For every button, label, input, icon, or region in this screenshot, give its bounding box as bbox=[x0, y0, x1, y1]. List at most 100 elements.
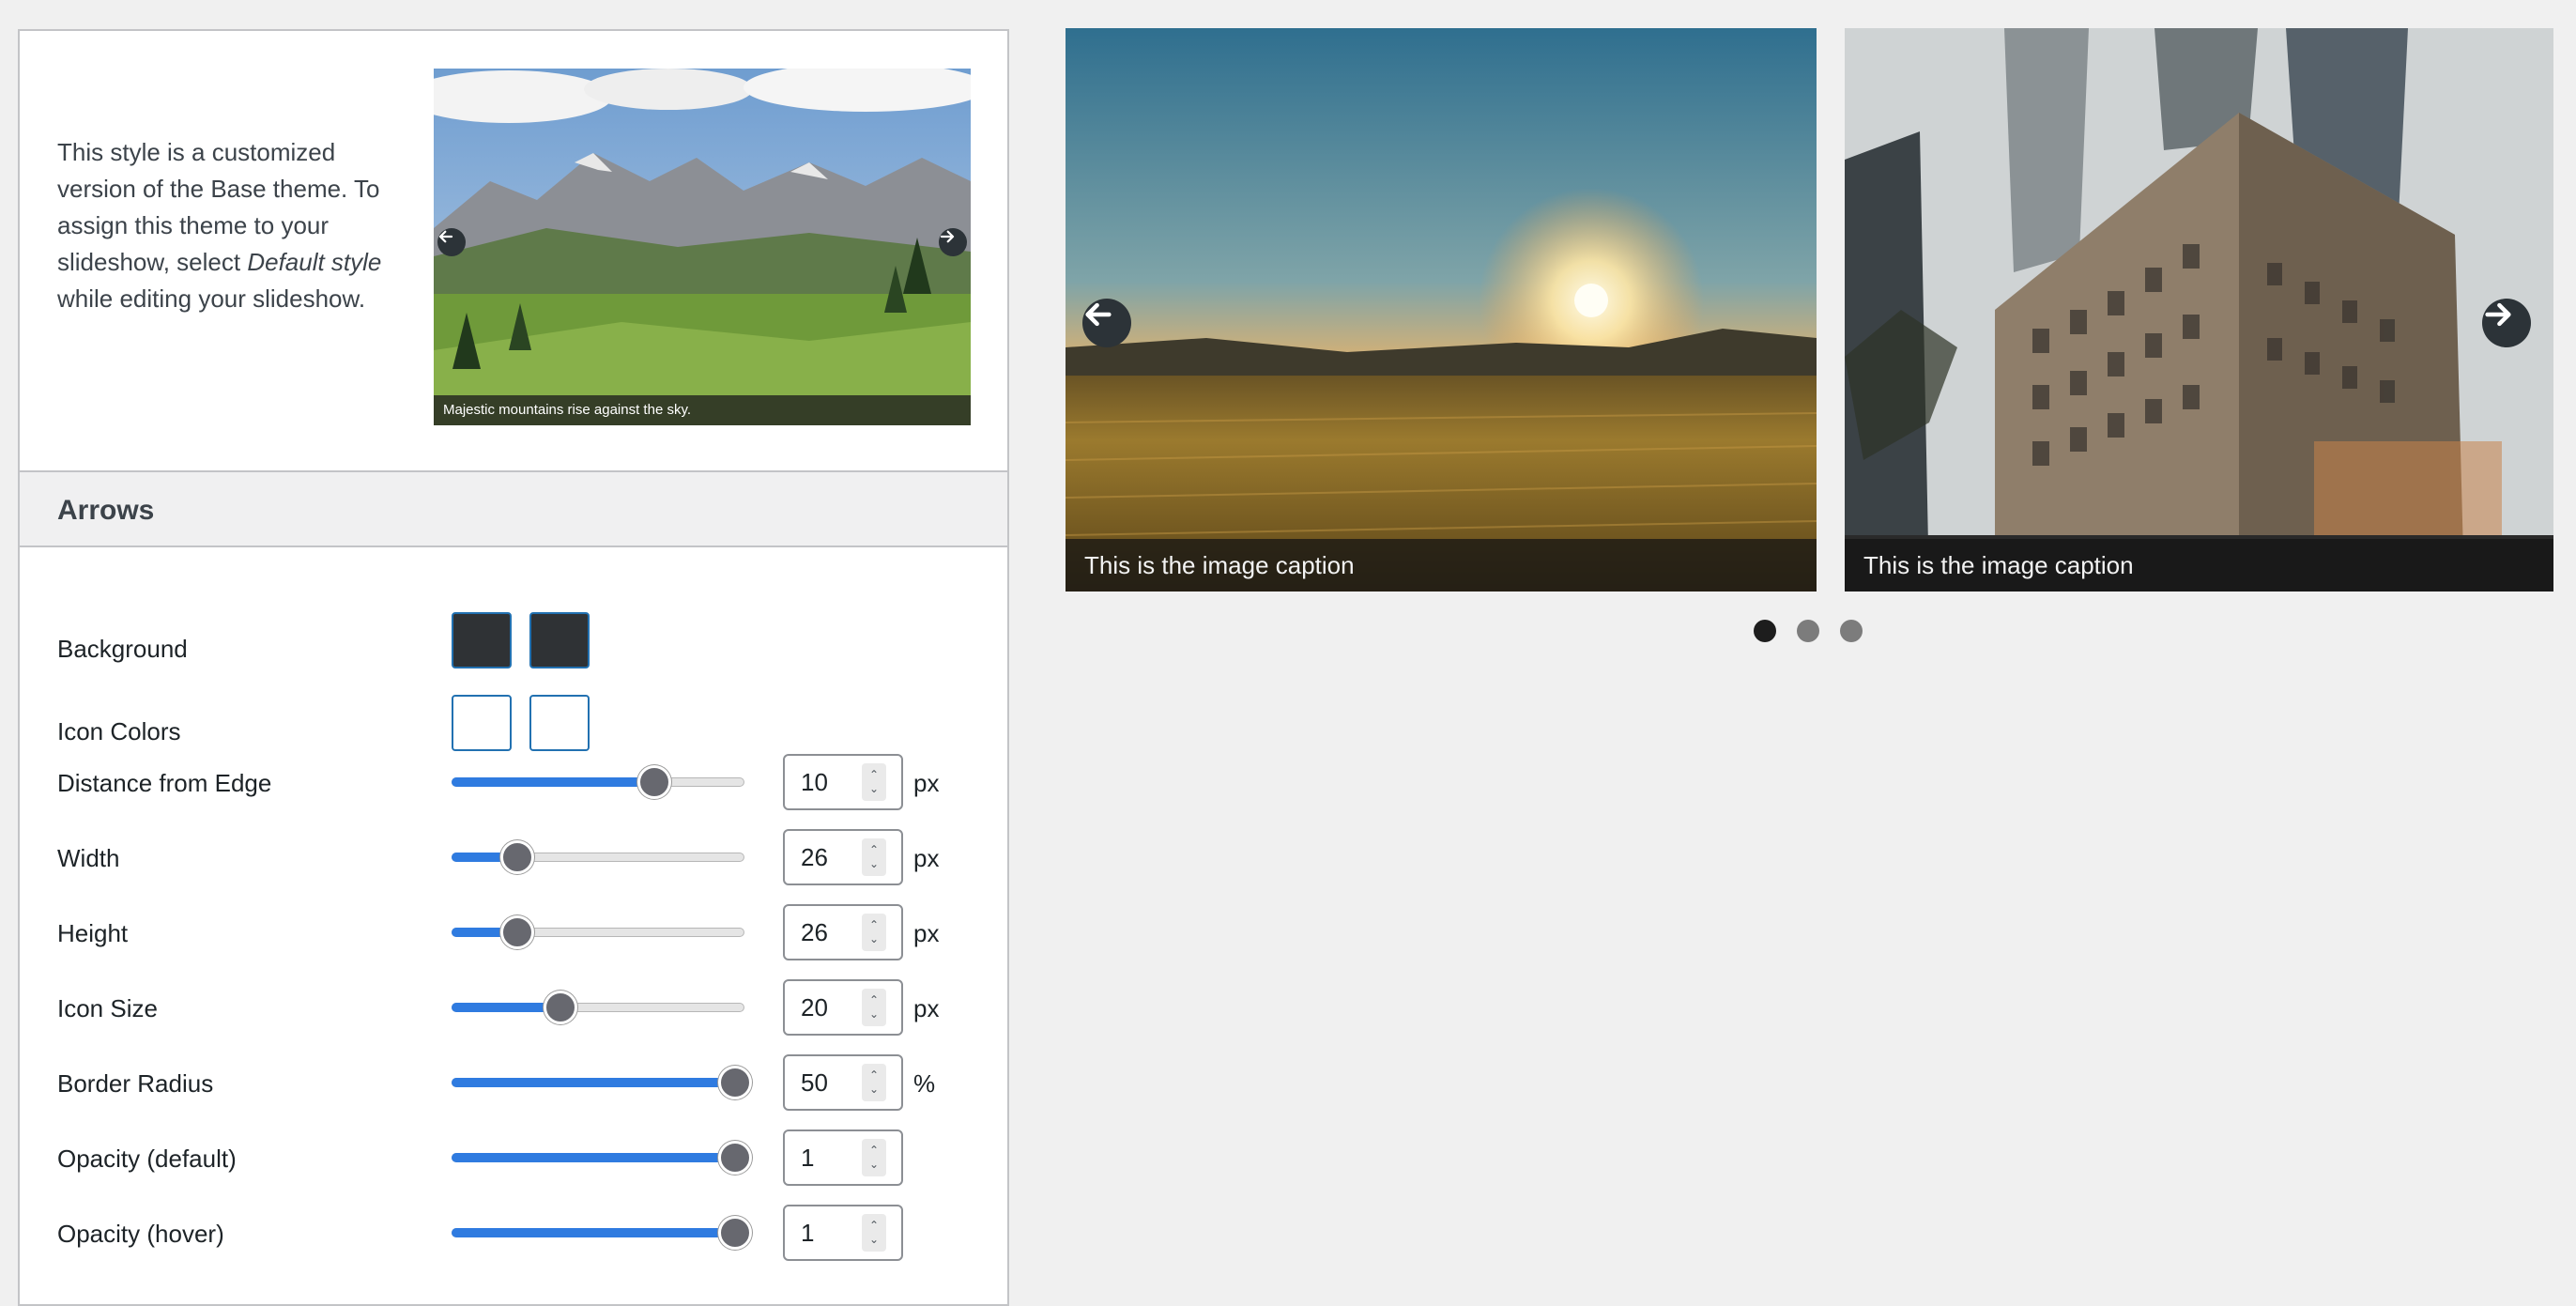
number-input[interactable]: 10 ⌃ ⌄ bbox=[783, 754, 903, 810]
number-input-value: 10 bbox=[801, 768, 828, 796]
slideshow-prev-arrow[interactable] bbox=[1082, 299, 1131, 347]
arrow-left-icon bbox=[438, 230, 453, 243]
slide-caption: This is the image caption bbox=[1066, 539, 1817, 592]
number-spinner[interactable]: ⌃ ⌄ bbox=[862, 1214, 886, 1252]
range-slider[interactable] bbox=[452, 1139, 763, 1176]
number-input[interactable]: 26 ⌃ ⌄ bbox=[783, 829, 903, 885]
slider-thumb[interactable] bbox=[718, 1141, 752, 1175]
slideshow-next-arrow[interactable] bbox=[2482, 299, 2531, 347]
chevron-down-icon[interactable]: ⌄ bbox=[869, 1233, 879, 1247]
slider-thumb[interactable] bbox=[500, 915, 534, 949]
preview-caption: Majestic mountains rise against the sky. bbox=[434, 395, 971, 425]
arrows-section-header: Arrows bbox=[20, 470, 1007, 547]
number-input[interactable]: 50 ⌃ ⌄ bbox=[783, 1054, 903, 1111]
chevron-down-icon[interactable]: ⌄ bbox=[869, 932, 879, 946]
mountain-landscape-image bbox=[434, 69, 971, 425]
section-title: Arrows bbox=[57, 495, 155, 526]
slider-thumb[interactable] bbox=[500, 840, 534, 874]
range-slider[interactable] bbox=[452, 989, 763, 1026]
setting-row: Border Radius 50 ⌃ ⌄% bbox=[20, 1051, 1007, 1116]
row-label: Icon Size bbox=[57, 994, 158, 1022]
chevron-down-icon[interactable]: ⌄ bbox=[869, 1007, 879, 1022]
number-spinner[interactable]: ⌃ ⌄ bbox=[862, 1139, 886, 1176]
number-input-value: 1 bbox=[801, 1219, 815, 1247]
slide-caption: This is the image caption bbox=[1845, 539, 2553, 592]
intro-text-emphasis: Default style bbox=[247, 248, 382, 276]
chevron-up-icon[interactable]: ⌃ bbox=[869, 1219, 879, 1233]
range-slider[interactable] bbox=[452, 914, 763, 951]
setting-row: Icon Size 20 ⌃ ⌄ px bbox=[20, 976, 1007, 1041]
range-slider[interactable] bbox=[452, 763, 763, 801]
chevron-down-icon[interactable]: ⌄ bbox=[869, 857, 879, 871]
slider-fill bbox=[452, 777, 654, 787]
row-label: Background bbox=[57, 635, 188, 663]
slider-thumb[interactable] bbox=[718, 1216, 752, 1250]
sunset-field-image bbox=[1066, 28, 1817, 592]
number-input-value: 50 bbox=[801, 1068, 828, 1097]
slide-sunset: This is the image caption bbox=[1066, 28, 1817, 592]
icon-hover-color-swatch[interactable] bbox=[529, 695, 590, 751]
number-spinner[interactable]: ⌃ ⌄ bbox=[862, 914, 886, 951]
range-slider[interactable] bbox=[452, 1214, 763, 1252]
unit-label: px bbox=[913, 769, 940, 797]
unit-label: px bbox=[913, 919, 940, 947]
number-spinner[interactable]: ⌃ ⌄ bbox=[862, 838, 886, 876]
number-input[interactable]: 20 ⌃ ⌄ bbox=[783, 979, 903, 1036]
unit-label: px bbox=[913, 844, 940, 872]
arrow-right-icon bbox=[940, 230, 955, 243]
pagination-dot[interactable] bbox=[1840, 620, 1863, 642]
background-color-row: Background bbox=[20, 580, 1007, 668]
number-input-value: 20 bbox=[801, 993, 828, 1022]
pagination-dot[interactable] bbox=[1797, 620, 1819, 642]
pagination-dot[interactable] bbox=[1754, 620, 1776, 642]
row-label: Height bbox=[57, 919, 129, 947]
chevron-up-icon[interactable]: ⌃ bbox=[869, 843, 879, 857]
intro-text-part: while editing your slideshow. bbox=[57, 284, 366, 313]
chevron-up-icon[interactable]: ⌃ bbox=[869, 993, 879, 1007]
chevron-down-icon[interactable]: ⌄ bbox=[869, 1158, 879, 1172]
setting-row: Distance from Edge 10 ⌃ ⌄ px bbox=[20, 750, 1007, 816]
setting-row: Width 26 ⌃ ⌄ px bbox=[20, 825, 1007, 891]
arrow-left-icon bbox=[1085, 302, 1112, 327]
setting-row: Opacity (default) 1 ⌃ ⌄ bbox=[20, 1126, 1007, 1191]
slider-thumb[interactable] bbox=[637, 765, 671, 799]
row-label: Opacity (hover) bbox=[57, 1220, 224, 1248]
range-slider[interactable] bbox=[452, 1064, 763, 1101]
chevron-up-icon[interactable]: ⌃ bbox=[869, 1068, 879, 1083]
background-hover-color-swatch[interactable] bbox=[529, 612, 590, 668]
setting-row: Height 26 ⌃ ⌄ px bbox=[20, 900, 1007, 966]
setting-row: Opacity (hover) 1 ⌃ ⌄ bbox=[20, 1201, 1007, 1267]
chevron-up-icon[interactable]: ⌃ bbox=[869, 768, 879, 782]
icon-color-swatch[interactable] bbox=[452, 695, 512, 751]
slider-thumb[interactable] bbox=[718, 1066, 752, 1099]
theme-preview-image: Majestic mountains rise against the sky. bbox=[434, 69, 971, 425]
range-slider[interactable] bbox=[452, 838, 763, 876]
number-input[interactable]: 1 ⌃ ⌄ bbox=[783, 1129, 903, 1186]
slider-fill bbox=[452, 1078, 735, 1087]
number-input-value: 26 bbox=[801, 918, 828, 946]
slider-fill bbox=[452, 1153, 735, 1162]
row-label: Icon Colors bbox=[57, 717, 181, 745]
slide-building: This is the image caption bbox=[1845, 28, 2553, 592]
number-input[interactable]: 1 ⌃ ⌄ bbox=[783, 1205, 903, 1261]
arrow-right-icon bbox=[2485, 302, 2511, 327]
chevron-up-icon[interactable]: ⌃ bbox=[869, 918, 879, 932]
row-label: Border Radius bbox=[57, 1069, 214, 1098]
background-color-swatch[interactable] bbox=[452, 612, 512, 668]
number-spinner[interactable]: ⌃ ⌄ bbox=[862, 763, 886, 801]
number-spinner[interactable]: ⌃ ⌄ bbox=[862, 1064, 886, 1101]
number-input[interactable]: 26 ⌃ ⌄ bbox=[783, 904, 903, 960]
intro-section: This style is a customized version of th… bbox=[20, 31, 1007, 472]
chevron-down-icon[interactable]: ⌄ bbox=[869, 782, 879, 796]
slider-thumb[interactable] bbox=[544, 991, 577, 1024]
chevron-up-icon[interactable]: ⌃ bbox=[869, 1144, 879, 1158]
intro-description: This style is a customized version of th… bbox=[57, 134, 395, 317]
chevron-down-icon[interactable]: ⌄ bbox=[869, 1083, 879, 1097]
preview-next-arrow bbox=[939, 228, 967, 256]
number-spinner[interactable]: ⌃ ⌄ bbox=[862, 989, 886, 1026]
city-building-image bbox=[1845, 28, 2553, 592]
row-label: Distance from Edge bbox=[57, 769, 272, 797]
number-input-value: 26 bbox=[801, 843, 828, 871]
icon-colors-row: Icon Colors bbox=[20, 663, 1007, 751]
style-settings-panel: This style is a customized version of th… bbox=[18, 29, 1009, 1306]
